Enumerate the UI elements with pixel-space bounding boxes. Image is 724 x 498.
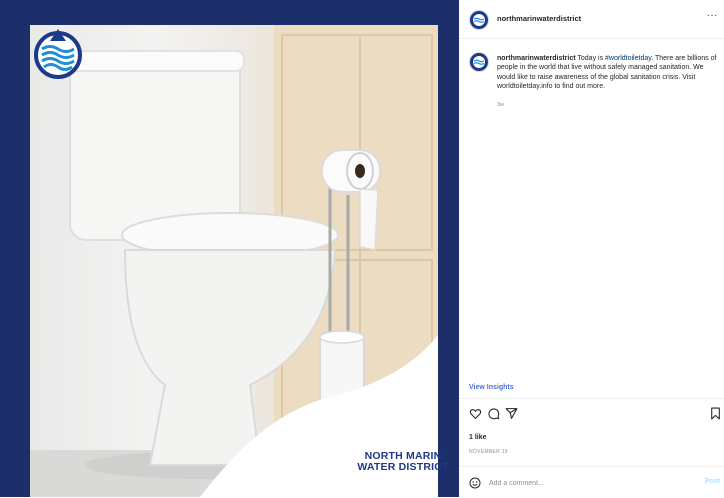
comment-bar: Post xyxy=(459,466,724,498)
caption-age: 3w xyxy=(497,102,505,108)
profile-logo-icon xyxy=(473,56,485,68)
brand-logo-text: NORTH MARIN WATER DISTRICT xyxy=(348,451,458,473)
brand-logo-line: WATER DISTRICT xyxy=(357,461,449,473)
avatar[interactable] xyxy=(469,10,489,30)
profile-logo-icon xyxy=(473,14,485,26)
caption-text-part: Today is xyxy=(575,55,606,62)
caption-hashtag-link[interactable]: #worldtoiletday xyxy=(605,55,651,62)
share-icon[interactable] xyxy=(505,407,518,420)
bookmark-icon[interactable] xyxy=(709,407,722,420)
post-header: northmarinwaterdistrict ··· xyxy=(459,0,724,39)
view-insights-link[interactable]: View Insights xyxy=(469,384,514,391)
more-options-icon[interactable]: ··· xyxy=(707,10,719,21)
avatar[interactable] xyxy=(469,52,489,72)
heart-icon[interactable] xyxy=(469,407,482,420)
post-comment-button[interactable]: Post xyxy=(705,478,720,485)
post-side-panel: northmarinwaterdistrict ··· northmarinwa… xyxy=(459,0,724,497)
header-username[interactable]: northmarinwaterdistrict xyxy=(497,14,581,23)
emoji-icon[interactable] xyxy=(469,477,481,489)
caption-text: northmarinwaterdistrict Today is #worldt… xyxy=(497,54,723,92)
action-bar xyxy=(459,398,724,421)
toilet-photo-illustration xyxy=(30,25,438,497)
post-date: NOVEMBER 19 xyxy=(469,449,508,455)
post-media[interactable]: NORTH MARIN WATER DISTRICT xyxy=(0,0,459,497)
comment-icon[interactable] xyxy=(487,407,500,420)
post-photo xyxy=(30,25,438,497)
comment-input[interactable] xyxy=(489,476,689,490)
likes-count[interactable]: 1 like xyxy=(469,434,487,441)
caption-username[interactable]: northmarinwaterdistrict xyxy=(497,55,576,62)
water-drop-logo-icon xyxy=(34,29,82,79)
